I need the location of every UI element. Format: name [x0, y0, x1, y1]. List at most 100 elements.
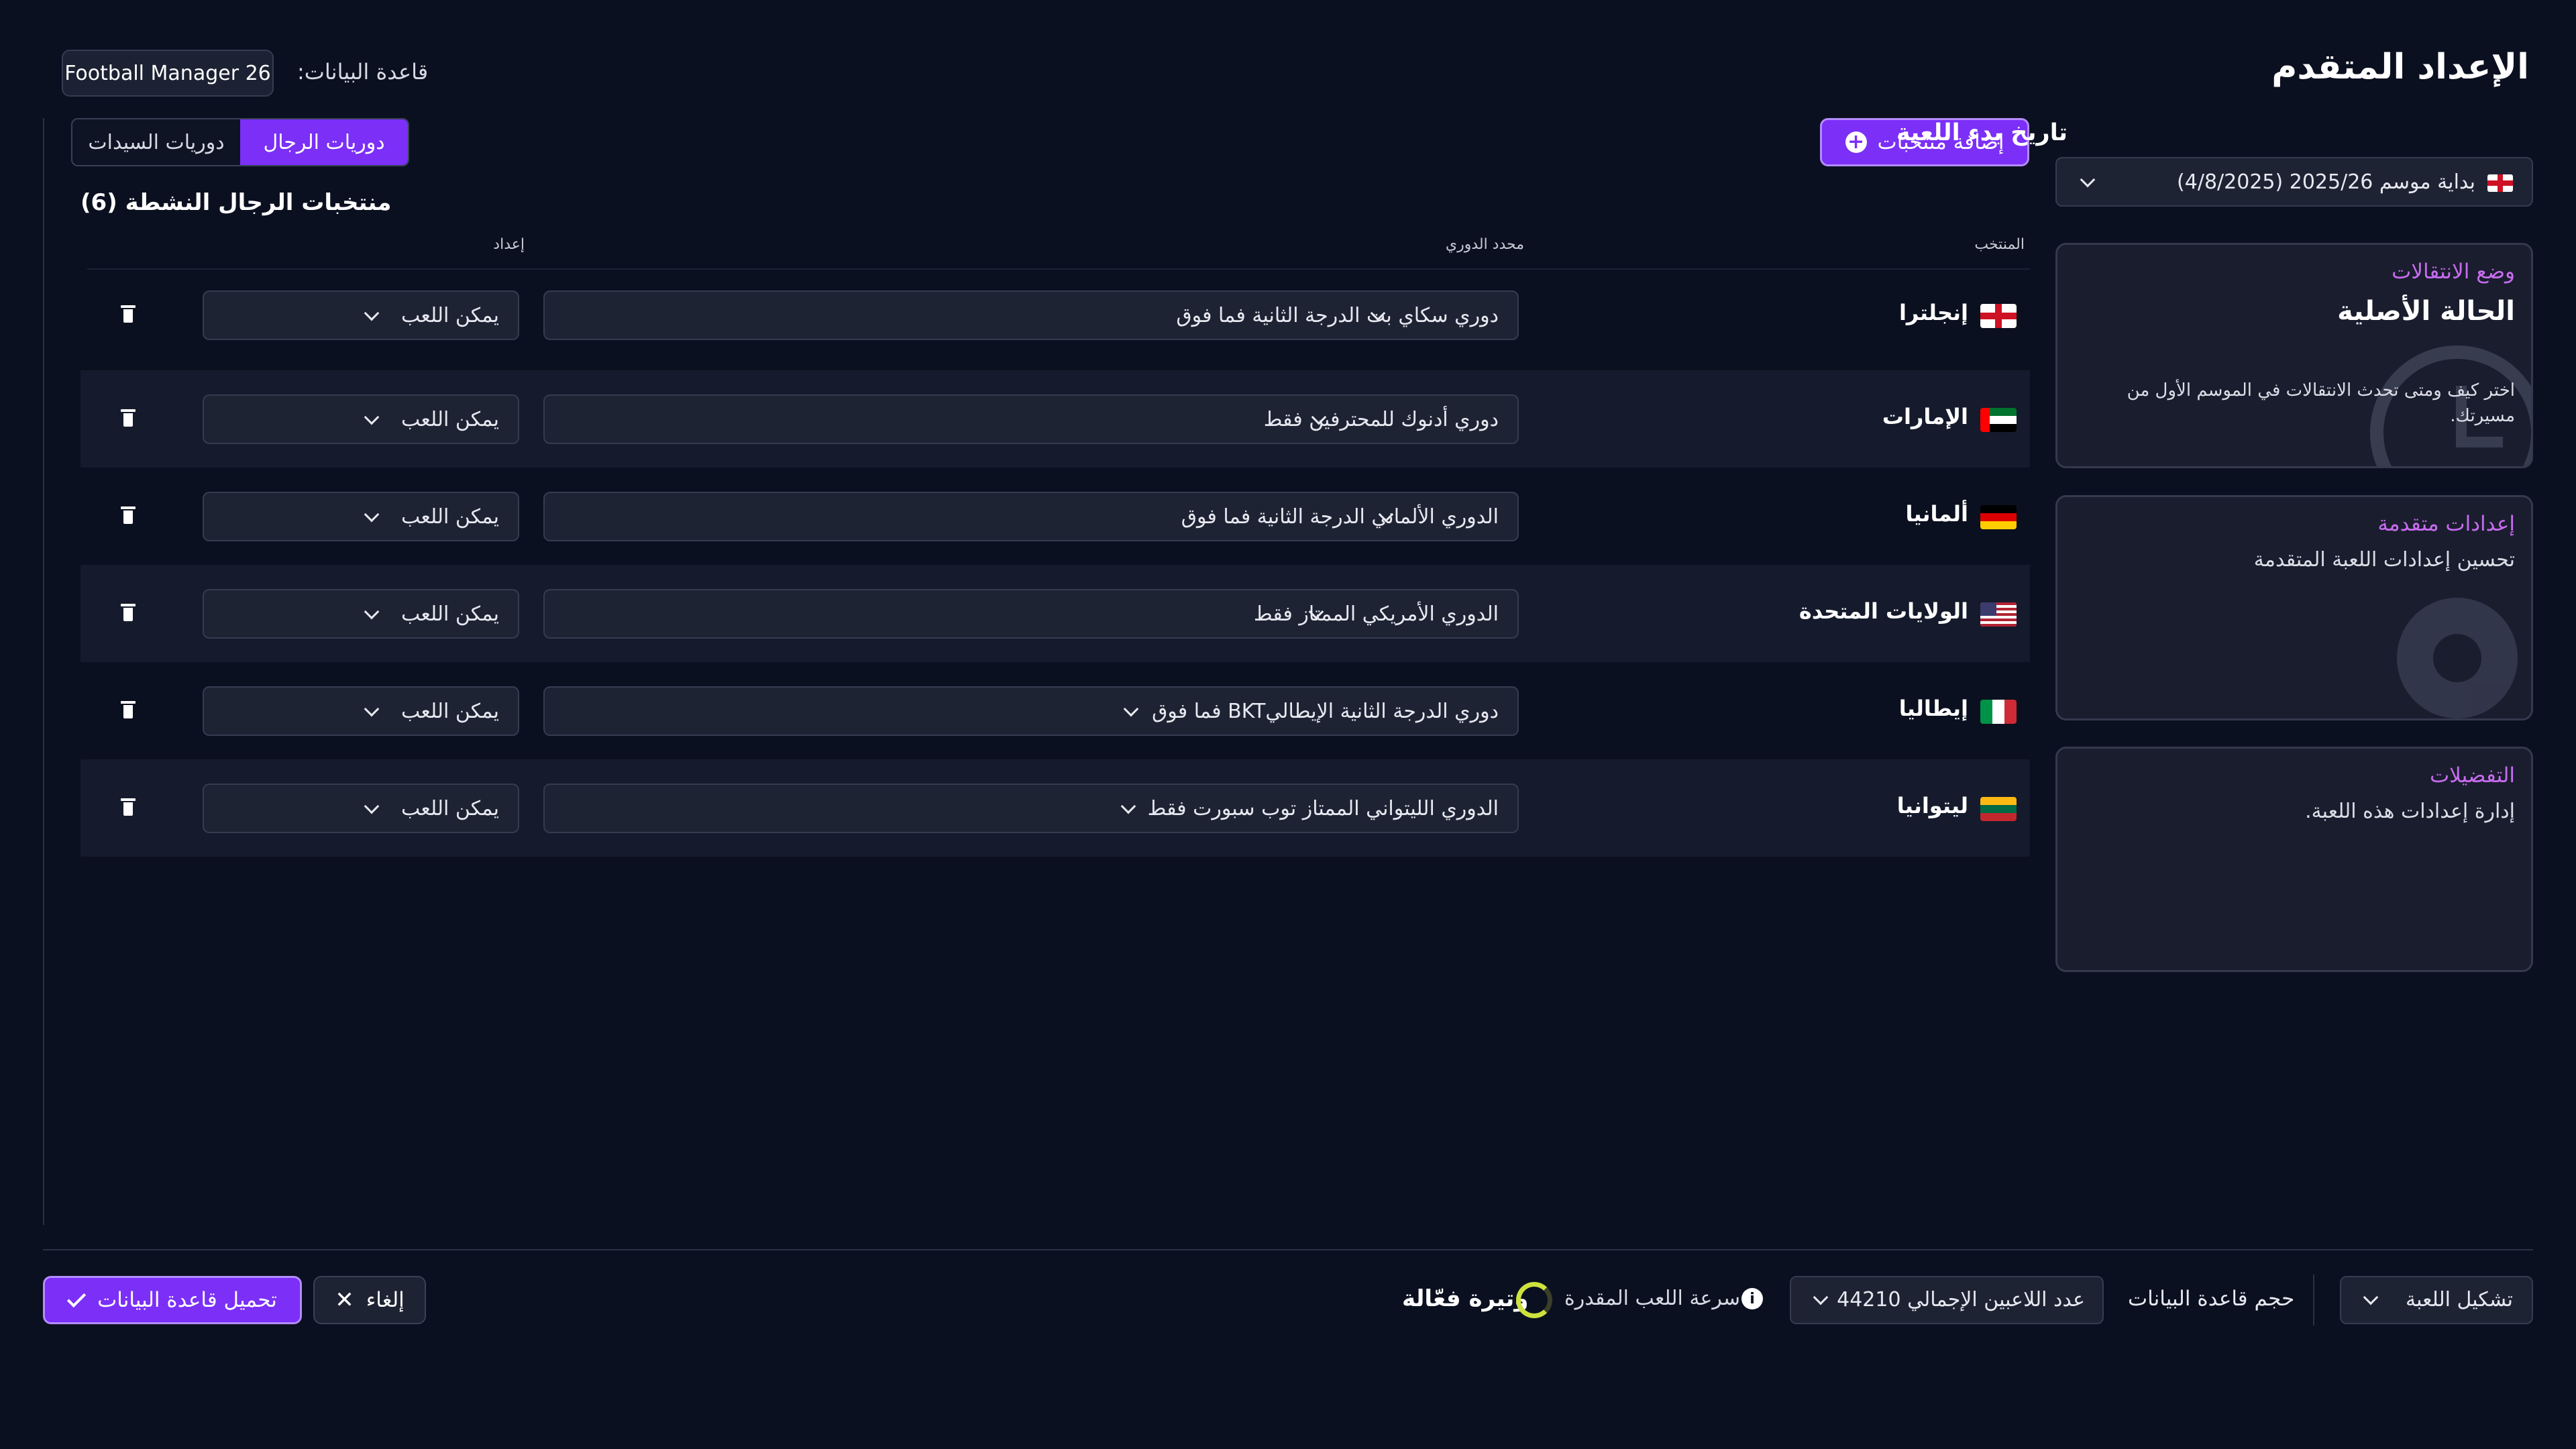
- germany-flag-icon: [1980, 505, 2017, 529]
- chevron-down-icon: [1123, 701, 1139, 717]
- league-selector[interactable]: دوري الدرجة الثانية الإيطاليBKT فما فوق: [543, 686, 1519, 736]
- table-row: الولايات المتحدة الدوري الأمريكي الممتاز…: [80, 565, 2030, 662]
- setup-selector-value: يمكن اللعب: [401, 602, 499, 626]
- transfer-card-title: الحالة الأصلية: [2337, 296, 2515, 327]
- transfer-card-description: اختر كيف ومتى تحدث الانتقالات في الموسم …: [2127, 380, 2515, 426]
- info-icon[interactable]: i: [1741, 1288, 1763, 1309]
- chevron-down-icon: [2080, 172, 2096, 188]
- table-row: إنجلترا دوري سكاي بت الدرجة الثانية فما …: [80, 266, 2030, 364]
- advanced-card-description: تحسين إعدادات اللعبة المتقدمة: [2253, 548, 2515, 572]
- chevron-down-icon: [364, 506, 380, 523]
- advanced-card-kicker: إعدادات متقدمة: [2377, 512, 2515, 536]
- nation-name: ليتوانيا: [1896, 793, 1968, 818]
- start-date-selector[interactable]: بداية موسم 2025/26 (4/8/2025): [2055, 157, 2533, 207]
- league-selector[interactable]: الدوري الألماني الدرجة الثانية فما فوق: [543, 492, 1519, 541]
- preferences-card-description: إدارة إعدادات هذه اللعبة.: [2305, 800, 2515, 823]
- gear-icon: [2397, 598, 2518, 718]
- plus-circle-icon: +: [1845, 131, 1867, 153]
- trash-icon[interactable]: [121, 701, 136, 718]
- pace-label: وتيرة فعّالة: [1402, 1285, 1529, 1312]
- nation-name: الولايات المتحدة: [1799, 598, 1968, 624]
- setup-selector-value: يمكن اللعب: [401, 408, 499, 431]
- advanced-settings-card[interactable]: إعدادات متقدمة تحسين إعدادات اللعبة المت…: [2055, 495, 2533, 720]
- nation-name: إنجلترا: [1898, 300, 1968, 325]
- page-title: الإعداد المتقدم: [2271, 47, 2529, 87]
- trash-icon[interactable]: [121, 305, 136, 323]
- table-row: ليتوانيا الدوري الليتواني الممتاز توب سب…: [80, 759, 2030, 857]
- chevron-down-icon: [364, 798, 380, 814]
- setup-selector-value: يمكن اللعب: [401, 797, 499, 820]
- setup-selector-value: يمكن اللعب: [401, 304, 499, 327]
- setup-selector[interactable]: يمكن اللعب: [203, 589, 519, 639]
- table-row: الإمارات دوري أدنوك للمحترفين فقط يمكن ا…: [80, 370, 2030, 468]
- load-database-button[interactable]: تحميل قاعدة البيانات: [43, 1276, 302, 1324]
- database-badge[interactable]: Football Manager 26: [62, 50, 274, 97]
- setup-selector[interactable]: يمكن اللعب: [203, 394, 519, 444]
- tab-women-leagues[interactable]: دوريات السيدات: [72, 119, 240, 165]
- league-selector[interactable]: الدوري الليتواني الممتاز توب سبورت فقط: [543, 784, 1519, 833]
- chevron-down-icon: [1120, 798, 1136, 814]
- league-selector-value: دوري سكاي بت الدرجة الثانية فما فوق: [1176, 304, 1499, 327]
- footer-separator: [2313, 1275, 2314, 1326]
- league-selector-value: دوري الدرجة الثانية الإيطاليBKT فما فوق: [1152, 700, 1499, 723]
- database-label: قاعدة البيانات:: [297, 59, 429, 85]
- section-title: منتخبات الرجال النشطة (6): [80, 189, 392, 216]
- setup-selector[interactable]: يمكن اللعب: [203, 492, 519, 541]
- table-row: إيطاليا دوري الدرجة الثانية الإيطاليBKT …: [80, 662, 2030, 759]
- setup-selector[interactable]: يمكن اللعب: [203, 784, 519, 833]
- england-flag-icon: [2487, 174, 2513, 192]
- league-selector-value: الدوري الأمريكي الممتاز فقط: [1253, 602, 1499, 626]
- setup-selector[interactable]: يمكن اللعب: [203, 290, 519, 340]
- game-formation-value: تشكيل اللعبة: [2405, 1288, 2513, 1311]
- footer-divider: [43, 1249, 2533, 1250]
- cancel-label: إلغاء: [366, 1288, 405, 1312]
- preferences-card-kicker: التفضيلات: [2429, 763, 2515, 788]
- nation-name: ألمانيا: [1905, 501, 1968, 527]
- league-selector-value: دوري أدنوك للمحترفين فقط: [1263, 408, 1499, 431]
- lithuania-flag-icon: [1980, 797, 2017, 821]
- database-size-label: حجم قاعدة البيانات: [2128, 1287, 2295, 1311]
- setup-selector-value: يمكن اللعب: [401, 505, 499, 529]
- total-players-value: عدد اللاعبين الإجمالي 44210: [1837, 1288, 2085, 1311]
- start-date-value: بداية موسم 2025/26 (4/8/2025): [2177, 170, 2475, 194]
- chevron-down-icon: [2363, 1289, 2379, 1305]
- trash-icon[interactable]: [121, 506, 136, 524]
- total-players-selector[interactable]: عدد اللاعبين الإجمالي 44210: [1790, 1276, 2104, 1324]
- chevron-down-icon: [364, 409, 380, 425]
- league-selector-value: الدوري الألماني الدرجة الثانية فما فوق: [1181, 505, 1499, 529]
- table-row: ألمانيا الدوري الألماني الدرجة الثانية ف…: [80, 468, 2030, 565]
- cancel-button[interactable]: إلغاء ✕: [313, 1276, 426, 1324]
- panel-divider: [43, 118, 44, 1225]
- column-header-setup: إعداد: [493, 236, 525, 253]
- transfer-card-kicker: وضع الانتقالات: [2392, 260, 2515, 284]
- speed-label: سرعة اللعب المقدرة: [1564, 1287, 1741, 1310]
- check-icon: [66, 1288, 87, 1308]
- preferences-card[interactable]: التفضيلات إدارة إعدادات هذه اللعبة.: [2055, 747, 2533, 972]
- setup-selector[interactable]: يمكن اللعب: [203, 686, 519, 736]
- uae-flag-icon: [1980, 408, 2017, 432]
- chevron-down-icon: [364, 701, 380, 717]
- league-selector[interactable]: دوري أدنوك للمحترفين فقط: [543, 394, 1519, 444]
- england-flag-icon: [1980, 304, 2017, 328]
- setup-selector-value: يمكن اللعب: [401, 700, 499, 723]
- league-selector-value: الدوري الليتواني الممتاز توب سبورت فقط: [1147, 797, 1499, 820]
- column-header-nation: المنتخب: [1974, 236, 2025, 253]
- trash-icon[interactable]: [121, 604, 136, 621]
- nation-name: إيطاليا: [1898, 696, 1968, 721]
- usa-flag-icon: [1980, 602, 2017, 627]
- league-selector[interactable]: الدوري الأمريكي الممتاز فقط: [543, 589, 1519, 639]
- game-formation-selector[interactable]: تشكيل اللعبة: [2340, 1276, 2533, 1324]
- nation-name: الإمارات: [1882, 404, 1968, 429]
- pace-gauge-icon: [1516, 1282, 1552, 1318]
- column-header-league: محدد الدوري: [1445, 236, 1524, 253]
- trash-icon[interactable]: [121, 798, 136, 816]
- tab-men-leagues[interactable]: دوريات الرجال: [240, 119, 408, 165]
- trash-icon[interactable]: [121, 409, 136, 427]
- chevron-down-icon: [364, 604, 380, 620]
- start-date-label: تاريخ بدء اللعبة: [1896, 119, 2068, 146]
- close-icon: ✕: [335, 1287, 354, 1313]
- league-selector[interactable]: دوري سكاي بت الدرجة الثانية فما فوق: [543, 290, 1519, 340]
- transfer-mode-card[interactable]: وضع الانتقالات الحالة الأصلية اختر كيف و…: [2055, 243, 2533, 468]
- league-tabs: دوريات السيدات دوريات الرجال: [71, 118, 409, 166]
- chevron-down-icon: [1813, 1289, 1829, 1305]
